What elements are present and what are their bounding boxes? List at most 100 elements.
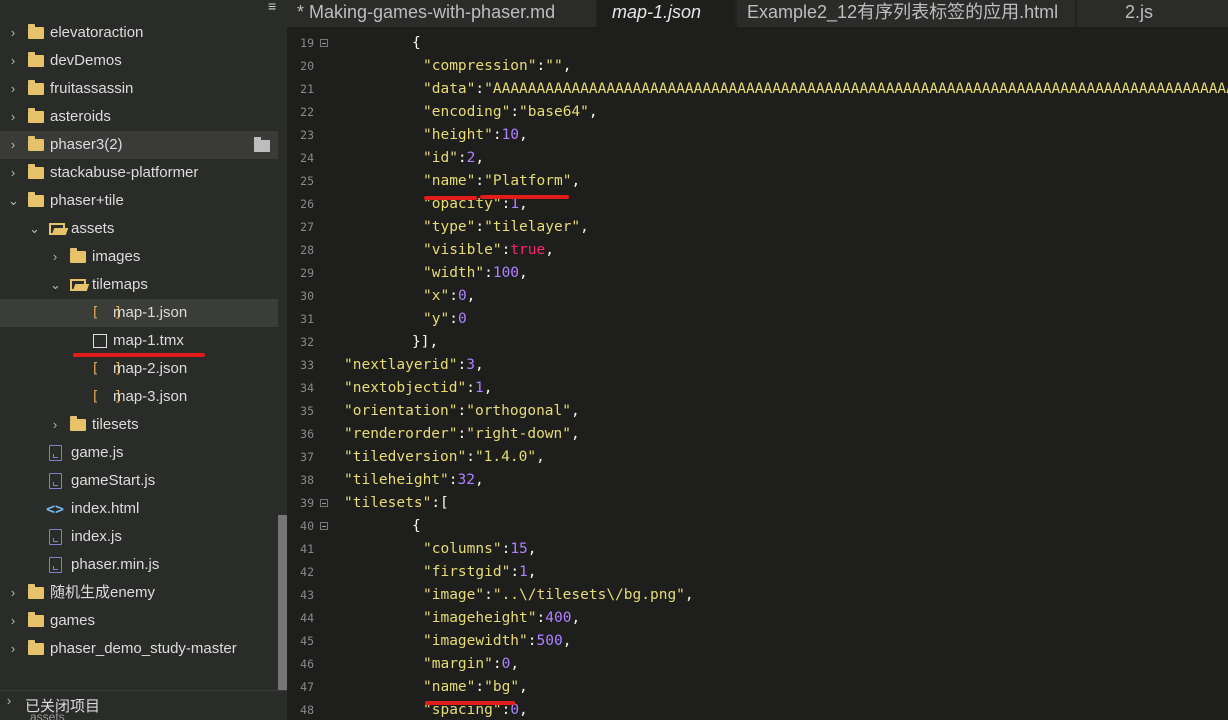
code-token: , [474, 472, 484, 488]
chevron-right-icon[interactable]: › [8, 579, 18, 607]
code-line[interactable]: 22 "encoding":"base64", [287, 101, 1228, 124]
code-text: "name":"Platform", [423, 170, 580, 193]
code-line[interactable]: 37 "tiledversion":"1.4.0", [287, 446, 1228, 469]
fold-toggle-icon[interactable] [320, 522, 328, 530]
code-token: 10 [501, 127, 520, 143]
hamburger-menu-icon[interactable]: ≡ [268, 0, 282, 13]
tab-example2-12-html[interactable]: Example2_12有序列表标签的应用.html [737, 0, 1075, 27]
chevron-right-icon[interactable]: › [50, 243, 60, 271]
tree-item[interactable]: index.js [0, 523, 278, 551]
code-line[interactable]: 34 "nextobjectid":1, [287, 377, 1228, 400]
line-number: 36 [300, 427, 314, 441]
code-line[interactable]: 47 "name":"bg", [287, 676, 1228, 699]
code-token: "margin" [423, 656, 493, 672]
tab-map-1-json[interactable]: map-1.json [598, 0, 735, 27]
code-editor[interactable]: 19{20 "compression":"", 21 "data":"AAAAAAAA… [287, 27, 1228, 720]
tree-item[interactable]: › devDemos [0, 47, 278, 75]
code-line[interactable]: 24 "id":2, [287, 147, 1228, 170]
line-number: 45 [300, 634, 314, 648]
code-line[interactable]: 45 "imagewidth":500, [287, 630, 1228, 653]
line-number: 48 [300, 703, 314, 717]
chevron-right-icon[interactable]: › [8, 75, 18, 103]
code-token: , [588, 104, 598, 120]
code-line[interactable]: 23 "height":10, [287, 124, 1228, 147]
chevron-right-icon[interactable]: › [8, 47, 18, 75]
code-line[interactable]: 39 "tilesets":[ [287, 492, 1228, 515]
tree-item[interactable]: ⌄ tilemaps [0, 271, 278, 299]
code-line[interactable]: 30 "x":0, [287, 285, 1228, 308]
tree-item[interactable]: ⌄ phaser+tile [0, 187, 278, 215]
code-line[interactable]: 38 "tileheight":32, [287, 469, 1228, 492]
code-text: "visible":true, [423, 239, 554, 262]
tree-item[interactable]: › asteroids [0, 103, 278, 131]
sidebar-scrollbar[interactable] [278, 515, 287, 690]
tree-item[interactable]: › phaser3(2) [0, 131, 278, 159]
tree-item[interactable]: › images [0, 243, 278, 271]
code-line[interactable]: 31 "y":0 [287, 308, 1228, 331]
line-number: 38 [300, 473, 314, 487]
tab-making-games-md[interactable]: * Making-games-with-phaser.md [287, 0, 596, 27]
code-token: : [466, 380, 475, 396]
code-token: "columns" [423, 541, 502, 557]
code-line[interactable]: 21 "data":"AAAAAAAAAAAAAAAAAAAAAAAAAAAAAA… [287, 78, 1228, 101]
code-line[interactable]: 46 "margin":0, [287, 653, 1228, 676]
tree-item[interactable]: › phaser_demo_study-master [0, 635, 278, 663]
code-line[interactable]: 36 "renderorder":"right-down", [287, 423, 1228, 446]
line-number: 29 [300, 266, 314, 280]
tree-item[interactable]: <> index.html [0, 495, 278, 523]
tree-item[interactable]: › elevatoraction [0, 19, 278, 47]
code-line[interactable]: 32}], [287, 331, 1228, 354]
chevron-down-icon[interactable]: ⌄ [29, 215, 40, 243]
tree-item[interactable]: map-1.tmx [0, 327, 278, 355]
chevron-right-icon[interactable]: › [8, 103, 18, 131]
line-number: 42 [300, 565, 314, 579]
code-line[interactable]: 44 "imageheight":400, [287, 607, 1228, 630]
fold-toggle-icon[interactable] [320, 39, 328, 47]
code-token: : [457, 150, 467, 166]
tree-item[interactable]: gameStart.js [0, 467, 278, 495]
code-token: 3 [466, 357, 475, 373]
code-line[interactable]: 41 "columns":15, [287, 538, 1228, 561]
chevron-right-icon[interactable]: › [8, 635, 18, 663]
code-line[interactable]: 25 "name":"Platform", [287, 170, 1228, 193]
folder-icon[interactable] [254, 137, 270, 152]
code-text: "id":2, [423, 147, 484, 170]
tree-item[interactable]: [ ] map-1.json [0, 299, 278, 327]
tree-item[interactable]: [ ] map-3.json [0, 383, 278, 411]
code-line[interactable]: 43 "image":"..\/tilesets\/bg.png", [287, 584, 1228, 607]
tree-item[interactable]: ⌄ assets [0, 215, 278, 243]
tree-item[interactable]: › fruitassassin [0, 75, 278, 103]
code-line[interactable]: 19 { [287, 32, 1228, 55]
tab-2-js[interactable]: 2.js [1077, 0, 1228, 27]
code-line[interactable]: 40 { [287, 515, 1228, 538]
tree-item[interactable]: › games [0, 607, 278, 635]
tree-item[interactable]: › stackabuse-platformer [0, 159, 278, 187]
fold-toggle-icon[interactable] [320, 499, 328, 507]
tree-item[interactable]: › tilesets [0, 411, 278, 439]
code-line[interactable]: 29 "width":100, [287, 262, 1228, 285]
tree-item[interactable]: phaser.min.js [0, 551, 278, 579]
code-line[interactable]: 20 "compression":"", [287, 55, 1228, 78]
chevron-down-icon[interactable]: ⌄ [50, 271, 61, 299]
chevron-right-icon[interactable]: › [8, 131, 18, 159]
code-line[interactable]: 35 "orientation":"orthogonal", [287, 400, 1228, 423]
code-text: "imagewidth":500, [423, 630, 571, 653]
chevron-down-icon[interactable]: ⌄ [8, 187, 19, 215]
chevron-right-icon[interactable]: › [8, 19, 18, 47]
code-token: "AAAAAAAAAAAAAAAAAAAAAAAAAAAAAAAAAAAAAAA… [484, 81, 1228, 97]
code-line[interactable]: 33 "nextlayerid":3, [287, 354, 1228, 377]
code-line[interactable]: 28 "visible":true, [287, 239, 1228, 262]
js-file-icon [49, 445, 62, 461]
chevron-right-icon[interactable]: › [8, 607, 18, 635]
tree-item[interactable]: › 随机生成enemy [0, 579, 278, 607]
chevron-right-icon[interactable]: › [4, 693, 14, 720]
tree-item[interactable]: [ ] map-2.json [0, 355, 278, 383]
red-underline-annotation [73, 353, 205, 357]
code-token: "compression" [423, 58, 537, 74]
tree-item-label: phaser3(2) [50, 136, 123, 153]
tree-item[interactable]: game.js [0, 439, 278, 467]
chevron-right-icon[interactable]: › [50, 411, 60, 439]
code-line[interactable]: 42 "firstgid":1, [287, 561, 1228, 584]
code-line[interactable]: 27 "type":"tilelayer", [287, 216, 1228, 239]
chevron-right-icon[interactable]: › [8, 159, 18, 187]
